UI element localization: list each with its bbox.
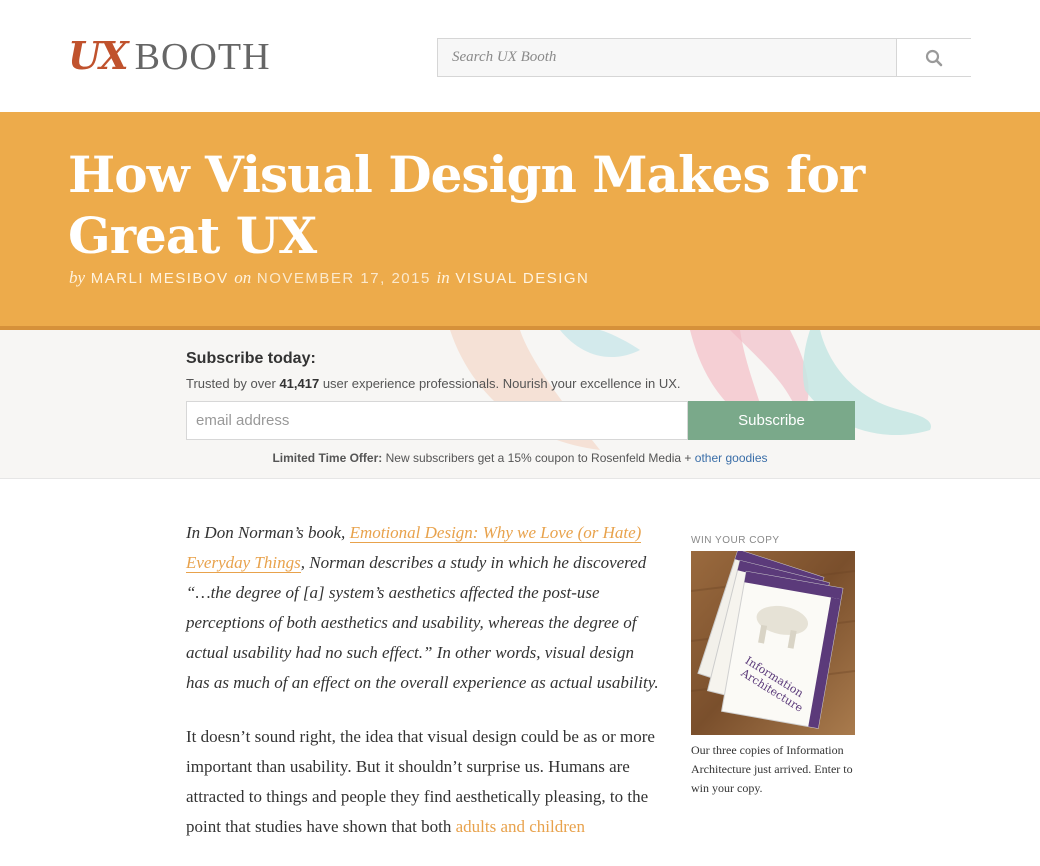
search-icon xyxy=(925,49,943,66)
category-link[interactable]: VISUAL DESIGN xyxy=(455,270,589,287)
search-button[interactable] xyxy=(896,39,971,76)
site-logo[interactable]: UX BOOTH xyxy=(68,33,271,79)
search-box xyxy=(437,38,971,77)
article-title: How Visual Design Makes for Great UX xyxy=(68,145,865,265)
article-hero: How Visual Design Makes for Great UX by … xyxy=(0,112,1040,330)
offer-label: Limited Time Offer: xyxy=(272,451,383,465)
article-body: In Don Norman’s book, Emotional Design: … xyxy=(186,518,661,866)
article-paragraph: It doesn’t sound right, the idea that vi… xyxy=(186,722,661,842)
byline-in: in xyxy=(436,268,450,287)
offer-text: Limited Time Offer: New subscribers get … xyxy=(0,451,1040,465)
subscriber-count: 41,417 xyxy=(279,376,320,391)
intro-text-after: , Norman describes a study in which he d… xyxy=(186,553,659,692)
subscribe-desc-after: user experience professionals. Nourish y… xyxy=(319,376,681,391)
byline: by MARLI MESIBOV on NOVEMBER 17, 2015 in… xyxy=(69,268,589,288)
site-header: UX BOOTH xyxy=(0,0,1040,112)
logo-ux: UX xyxy=(68,33,129,78)
publish-date: NOVEMBER 17, 2015 xyxy=(256,270,431,287)
author-link[interactable]: MARLI MESIBOV xyxy=(91,270,229,287)
subscribe-button[interactable]: Subscribe xyxy=(688,401,855,440)
article-intro: In Don Norman’s book, Emotional Design: … xyxy=(186,518,661,698)
subscribe-description: Trusted by over 41,417 user experience p… xyxy=(186,376,681,391)
logo-booth: BOOTH xyxy=(134,36,271,78)
book-photo[interactable]: Information Architecture xyxy=(691,551,855,735)
sidebar-promo: WIN YOUR COPY Information Architecture O… xyxy=(691,535,856,798)
search-input[interactable] xyxy=(438,39,896,76)
intro-text-before: In Don Norman’s book, xyxy=(186,523,350,542)
other-goodies-link[interactable]: other goodies xyxy=(695,451,768,465)
subscribe-title: Subscribe today: xyxy=(186,350,316,367)
email-field[interactable] xyxy=(186,401,688,440)
offer-description: New subscribers get a 15% coupon to Rose… xyxy=(382,451,695,465)
photo-caption: Our three copies of Information Architec… xyxy=(691,743,853,795)
subscribe-desc-before: Trusted by over xyxy=(186,376,280,391)
subscribe-section: Subscribe today: Trusted by over 41,417 … xyxy=(0,330,1040,479)
adults-and-children-link[interactable]: adults and children xyxy=(456,817,585,836)
byline-on: on xyxy=(234,268,252,287)
win-your-copy-label: WIN YOUR COPY xyxy=(691,535,780,546)
byline-by: by xyxy=(69,268,86,287)
